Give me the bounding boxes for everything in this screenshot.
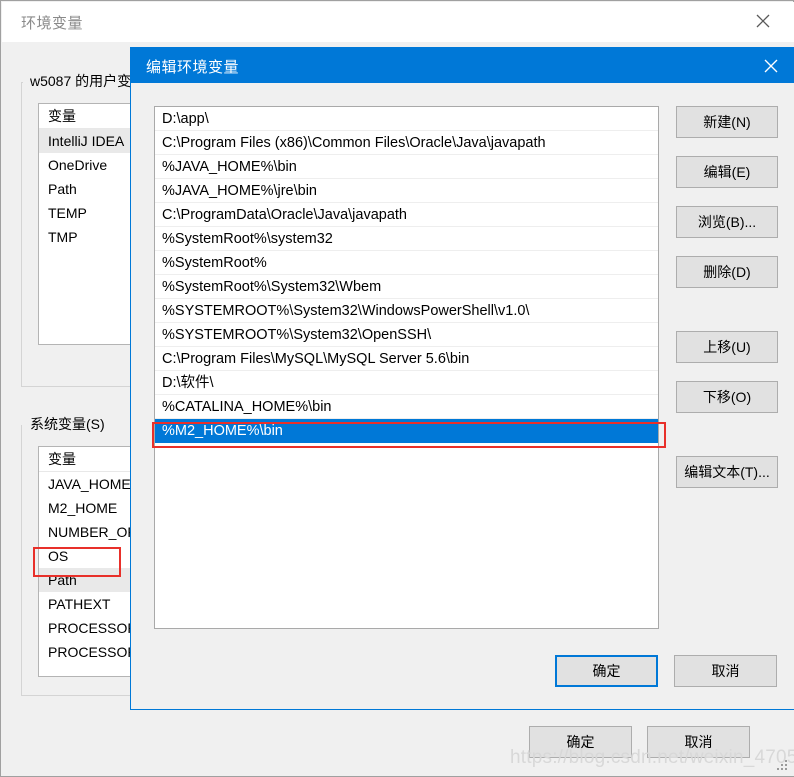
path-list-item[interactable]: %SYSTEMROOT%\System32\WindowsPowerShell\… — [155, 299, 658, 323]
edit-text-button[interactable]: 编辑文本(T)... — [676, 456, 778, 488]
path-list-item[interactable]: %SystemRoot%\system32 — [155, 227, 658, 251]
path-list-item[interactable]: C:\Program Files (x86)\Common Files\Orac… — [155, 131, 658, 155]
move-up-button[interactable]: 上移(U) — [676, 331, 778, 363]
path-list-item[interactable]: D:\app\ — [155, 107, 658, 131]
user-variables-label: w5087 的用户变量 — [30, 73, 146, 89]
path-list-item[interactable]: %SYSTEMROOT%\System32\OpenSSH\ — [155, 323, 658, 347]
path-list-item[interactable]: %JAVA_HOME%\bin — [155, 155, 658, 179]
environment-variables-window: 环境变量 w5087 的用户变量 变量 IntelliJ IDEA OneDriv… — [0, 0, 794, 777]
close-icon[interactable] — [740, 4, 786, 38]
path-list-item[interactable]: C:\Program Files\MySQL\MySQL Server 5.6\… — [155, 347, 658, 371]
edit-button[interactable]: 编辑(E) — [676, 156, 778, 188]
path-list-item[interactable]: %JAVA_HOME%\jre\bin — [155, 179, 658, 203]
path-list-item[interactable]: %SystemRoot% — [155, 251, 658, 275]
delete-button[interactable]: 删除(D) — [676, 256, 778, 288]
path-entries-list[interactable]: D:\app\ C:\Program Files (x86)\Common Fil… — [154, 106, 659, 629]
resize-grip[interactable] — [777, 760, 789, 772]
browse-button[interactable]: 浏览(B)... — [676, 206, 778, 238]
path-list-item[interactable]: C:\ProgramData\Oracle\Java\javapath — [155, 203, 658, 227]
system-variables-label: 系统变量(S) — [30, 416, 105, 432]
inner-ok-button[interactable]: 确定 — [555, 655, 658, 687]
inner-titlebar: 编辑环境变量 — [131, 48, 794, 83]
path-list-item[interactable]: %SystemRoot%\System32\Wbem — [155, 275, 658, 299]
path-list-item[interactable]: D:\软件\ — [155, 371, 658, 395]
close-icon[interactable] — [748, 48, 794, 83]
path-list-item[interactable]: %CATALINA_HOME%\bin — [155, 395, 658, 419]
new-button[interactable]: 新建(N) — [676, 106, 778, 138]
path-list-item[interactable]: %M2_HOME%\bin — [155, 419, 658, 443]
outer-titlebar: 环境变量 — [2, 2, 794, 42]
edit-environment-variable-window: 编辑环境变量 D:\app\ C:\Program Files (x86)\Com… — [130, 47, 794, 710]
outer-cancel-button[interactable]: 取消 — [647, 726, 750, 758]
outer-ok-button[interactable]: 确定 — [529, 726, 632, 758]
outer-window-title: 环境变量 — [21, 15, 84, 32]
inner-window-title: 编辑环境变量 — [146, 59, 240, 76]
inner-cancel-button[interactable]: 取消 — [674, 655, 777, 687]
move-down-button[interactable]: 下移(O) — [676, 381, 778, 413]
